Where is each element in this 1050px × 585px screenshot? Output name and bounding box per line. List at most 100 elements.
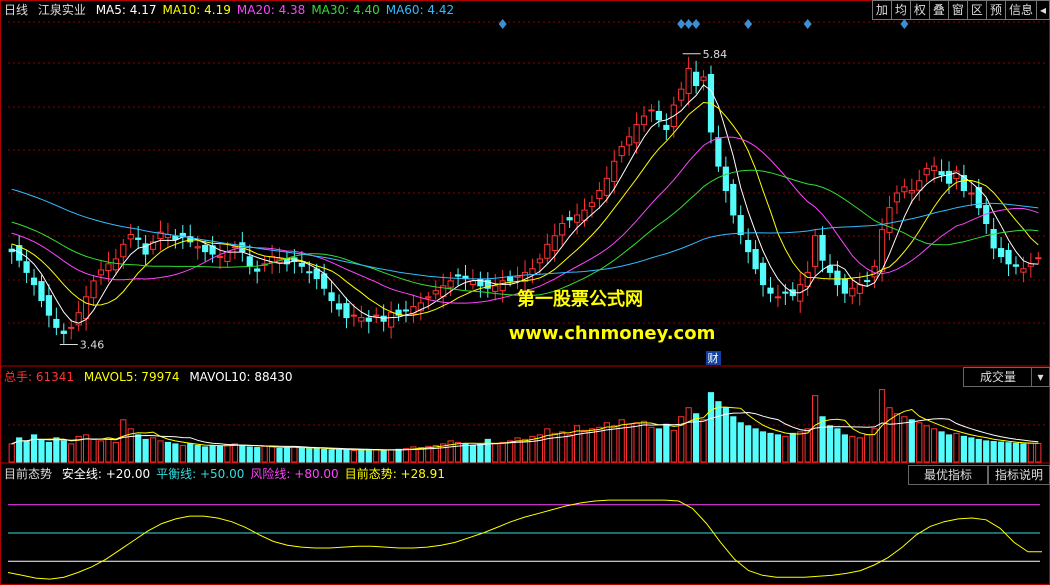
candle-body [648,109,655,112]
candle-body [447,280,454,288]
candle-body [603,177,610,196]
volume-bar [328,449,335,463]
candle-body [804,271,811,287]
candle-body [1020,268,1027,273]
candle-body [990,228,997,249]
volume-bar [655,428,663,463]
volume-bar [886,407,893,463]
candle-body [499,280,506,292]
volume-bar [640,420,648,463]
volume-bar [618,419,625,463]
volume-bar [1012,442,1020,463]
candle-body [715,137,722,167]
candle-body [224,251,231,263]
volume-bar [194,444,201,463]
volume-bar [945,434,953,463]
candle-body [886,207,893,233]
candle-body [782,291,789,294]
volume-bar [343,449,350,463]
candle-body [737,215,744,236]
volume-bar [826,425,834,463]
volume-bar [276,447,283,463]
candle-body [685,67,692,94]
candle-body [194,246,201,249]
volume-bar [135,434,142,463]
trend-line [7,499,1042,580]
signal-diamond-icon [498,19,507,29]
volume-bar [60,440,67,463]
volume-bar [611,425,618,463]
signal-diamond-icon [692,19,701,29]
candle-body [172,235,179,240]
volume-bar [373,449,380,463]
volume-bar [931,428,938,463]
candle-body [700,76,707,81]
candle-body [544,243,551,259]
candle-body [380,315,387,322]
volume-bar [454,441,462,463]
candle-body [611,160,618,182]
candle-body [626,136,633,146]
candle-body [774,296,782,299]
volume-bar [938,431,945,463]
volume-bar [715,401,722,463]
volume-bar [670,429,677,463]
volume-bar [53,437,60,463]
candle-body [596,190,603,199]
volume-bar [246,446,253,463]
volume-bar [633,422,640,463]
volume-bar [105,437,112,463]
candle-body [692,71,700,87]
candle-body [1035,257,1042,260]
volume-bar [335,448,343,463]
low-price-label: 3.46 [80,338,105,351]
volume-bar [350,450,358,463]
volume-bar [97,440,105,463]
candle-body [826,265,834,273]
volume-bar [358,449,365,463]
candle-body [573,214,581,223]
candle-body [960,175,967,192]
candle-body [53,318,60,328]
volume-bar [149,437,157,463]
volume-bar [544,428,551,463]
volume-bar [298,447,305,463]
volume-bar [752,428,759,463]
candle-body [812,235,819,267]
candle-body [328,292,335,301]
volume-bar [841,434,848,463]
candle-body [38,281,45,301]
volume-bar [187,443,194,463]
candle-body [938,171,945,176]
volume-bar [581,429,588,463]
candle-body [120,243,127,258]
candle-body [841,278,848,294]
candle-body [1012,264,1020,267]
stock-chart[interactable]: 5.84 3.46 第一股票公式网 www.chnmoney.com 财 [0,0,1050,585]
volume-bar [462,443,469,463]
candle-body [529,268,536,276]
candle-body [655,110,663,121]
candle-body [23,261,30,273]
volume-bar [663,423,670,463]
volume-bar [164,441,172,463]
volume-bar [380,450,387,463]
candle-body [588,202,596,207]
volume-bar [692,413,700,463]
volume-bar [268,446,276,463]
candle-body [893,192,901,203]
candle-body [469,280,477,286]
signal-diamond-icon [900,19,909,29]
volume-bar [908,419,915,463]
volume-bar [804,428,811,463]
candle-body [819,234,826,261]
candle-body [135,237,142,240]
volume-bar [953,432,960,463]
volume-bar [759,431,767,463]
volume-bar [45,441,53,463]
candle-body [60,330,67,334]
volume-bar [797,431,804,463]
volume-bar [707,392,715,463]
candle-body [321,273,328,289]
candle-body [953,170,960,180]
